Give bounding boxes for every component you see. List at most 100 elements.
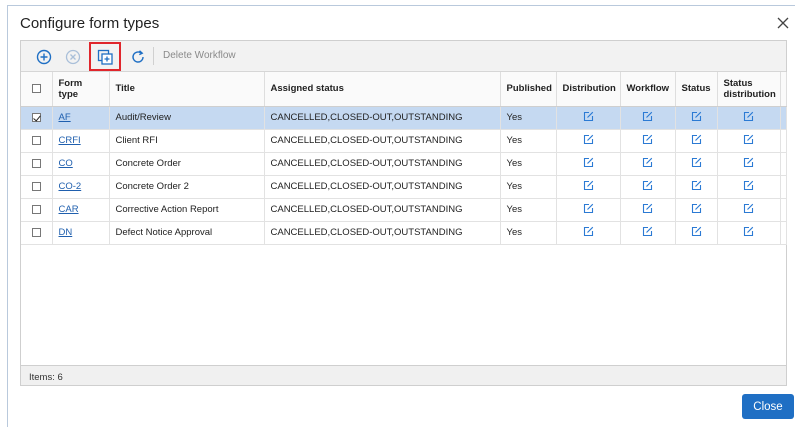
published-cell: Yes [500, 221, 557, 245]
assigned-status-cell: CANCELLED,CLOSED-OUT,OUTSTANDING [264, 152, 501, 176]
status-distribution-edit-icon[interactable] [743, 226, 754, 240]
assigned-status-cell: CANCELLED,CLOSED-OUT,OUTSTANDING [264, 175, 501, 199]
row-checkbox[interactable] [31, 158, 41, 168]
form-type-link[interactable]: CRFI [59, 135, 81, 146]
configure-form-types-dialog: Configure form types Delete Workflow For… [7, 5, 795, 427]
form-type-cell: CO [52, 152, 110, 176]
column-header-spacer [780, 72, 787, 107]
toolbar: Delete Workflow [21, 41, 786, 72]
row-checkbox[interactable] [31, 227, 41, 237]
status-distribution-edit-icon[interactable] [743, 203, 754, 217]
table-row[interactable]: CRFI Client RFI CANCELLED,CLOSED-OUT,OUTST… [21, 129, 787, 153]
row-select-cell[interactable] [21, 152, 53, 176]
delete-workflow-button[interactable]: Delete Workflow [163, 50, 236, 61]
status-distribution-edit-icon[interactable] [743, 111, 754, 125]
table-row[interactable]: AF Audit/Review CANCELLED,CLOSED-OUT,OUTST… [21, 106, 787, 130]
items-count: Items: 6 [21, 365, 786, 385]
form-type-link[interactable]: CAR [59, 204, 79, 215]
close-icon[interactable] [774, 14, 792, 32]
status-cell [675, 221, 718, 245]
table-row[interactable]: DN Defect Notice Approval CANCELLED,CLOSED… [21, 221, 787, 245]
table-row[interactable]: CAR Corrective Action Report CANCELLED,CLO… [21, 198, 787, 222]
title-cell: Defect Notice Approval [109, 221, 265, 245]
column-header-published[interactable]: Published [500, 72, 557, 107]
copy-form-type-button[interactable] [94, 46, 116, 68]
distribution-edit-icon[interactable] [583, 203, 594, 217]
table-row[interactable]: CO-2 Concrete Order 2 CANCELLED,CLOSED-OUT… [21, 175, 787, 199]
form-type-cell: AF [52, 106, 110, 130]
published-cell: Yes [500, 175, 557, 199]
select-all-header[interactable] [21, 72, 53, 107]
status-cell [675, 152, 718, 176]
spacer-cell [780, 129, 787, 153]
dialog-title: Configure form types [20, 15, 160, 32]
column-header-status-distribution[interactable]: Status distribution [717, 72, 781, 107]
row-select-cell[interactable] [21, 129, 53, 153]
published-cell: Yes [500, 106, 557, 130]
workflow-edit-icon[interactable] [642, 111, 653, 125]
distribution-cell [556, 221, 621, 245]
toolbar-separator [153, 47, 154, 65]
status-distribution-cell [717, 198, 781, 222]
status-edit-icon[interactable] [691, 111, 702, 125]
workflow-edit-icon[interactable] [642, 157, 653, 171]
add-button[interactable] [33, 46, 55, 68]
refresh-icon [132, 50, 144, 63]
spacer-cell [780, 175, 787, 199]
form-type-cell: CO-2 [52, 175, 110, 199]
distribution-edit-icon[interactable] [583, 226, 594, 240]
row-checkbox[interactable] [31, 135, 41, 145]
select-all-checkbox[interactable] [31, 84, 41, 94]
distribution-edit-icon[interactable] [583, 180, 594, 194]
row-select-cell[interactable] [21, 175, 53, 199]
column-header-workflow[interactable]: Workflow [620, 72, 676, 107]
refresh-button[interactable] [127, 46, 149, 68]
table-row[interactable]: CO Concrete Order CANCELLED,CLOSED-OUT,OUT… [21, 152, 787, 176]
row-select-cell[interactable] [21, 106, 53, 130]
status-edit-icon[interactable] [691, 134, 702, 148]
distribution-edit-icon[interactable] [583, 157, 594, 171]
column-header-assigned-status[interactable]: Assigned status [264, 72, 501, 107]
close-button[interactable]: Close [742, 394, 794, 419]
status-edit-icon[interactable] [691, 157, 702, 171]
status-edit-icon[interactable] [691, 226, 702, 240]
column-header-title[interactable]: Title [109, 72, 265, 107]
form-type-link[interactable]: DN [59, 227, 73, 238]
spacer-cell [780, 106, 787, 130]
status-edit-icon[interactable] [691, 203, 702, 217]
status-distribution-edit-icon[interactable] [743, 134, 754, 148]
row-checkbox[interactable] [31, 204, 41, 214]
published-cell: Yes [500, 152, 557, 176]
row-checkbox[interactable] [31, 181, 41, 191]
column-header-distribution[interactable]: Distribution [556, 72, 621, 107]
status-distribution-cell [717, 129, 781, 153]
workflow-cell [620, 198, 676, 222]
spacer-cell [780, 198, 787, 222]
status-edit-icon[interactable] [691, 180, 702, 194]
status-distribution-cell [717, 106, 781, 130]
workflow-edit-icon[interactable] [642, 134, 653, 148]
form-type-cell: DN [52, 221, 110, 245]
distribution-edit-icon[interactable] [583, 134, 594, 148]
workflow-edit-icon[interactable] [642, 226, 653, 240]
column-header-form-type[interactable]: Form type [52, 72, 110, 107]
status-distribution-edit-icon[interactable] [743, 180, 754, 194]
assigned-status-cell: CANCELLED,CLOSED-OUT,OUTSTANDING [264, 221, 501, 245]
remove-button[interactable] [62, 46, 84, 68]
form-type-link[interactable]: AF [59, 112, 71, 123]
title-cell: Client RFI [109, 129, 265, 153]
workflow-edit-icon[interactable] [642, 203, 653, 217]
remove-circle-icon [65, 49, 81, 65]
title-cell: Corrective Action Report [109, 198, 265, 222]
add-circle-icon [36, 49, 52, 65]
status-distribution-edit-icon[interactable] [743, 157, 754, 171]
form-type-link[interactable]: CO [59, 158, 73, 169]
row-select-cell[interactable] [21, 221, 53, 245]
column-header-status[interactable]: Status [675, 72, 718, 107]
title-cell: Concrete Order 2 [109, 175, 265, 199]
form-type-link[interactable]: CO-2 [59, 181, 82, 192]
distribution-edit-icon[interactable] [583, 111, 594, 125]
row-checkbox[interactable] [31, 112, 41, 122]
workflow-edit-icon[interactable] [642, 180, 653, 194]
row-select-cell[interactable] [21, 198, 53, 222]
